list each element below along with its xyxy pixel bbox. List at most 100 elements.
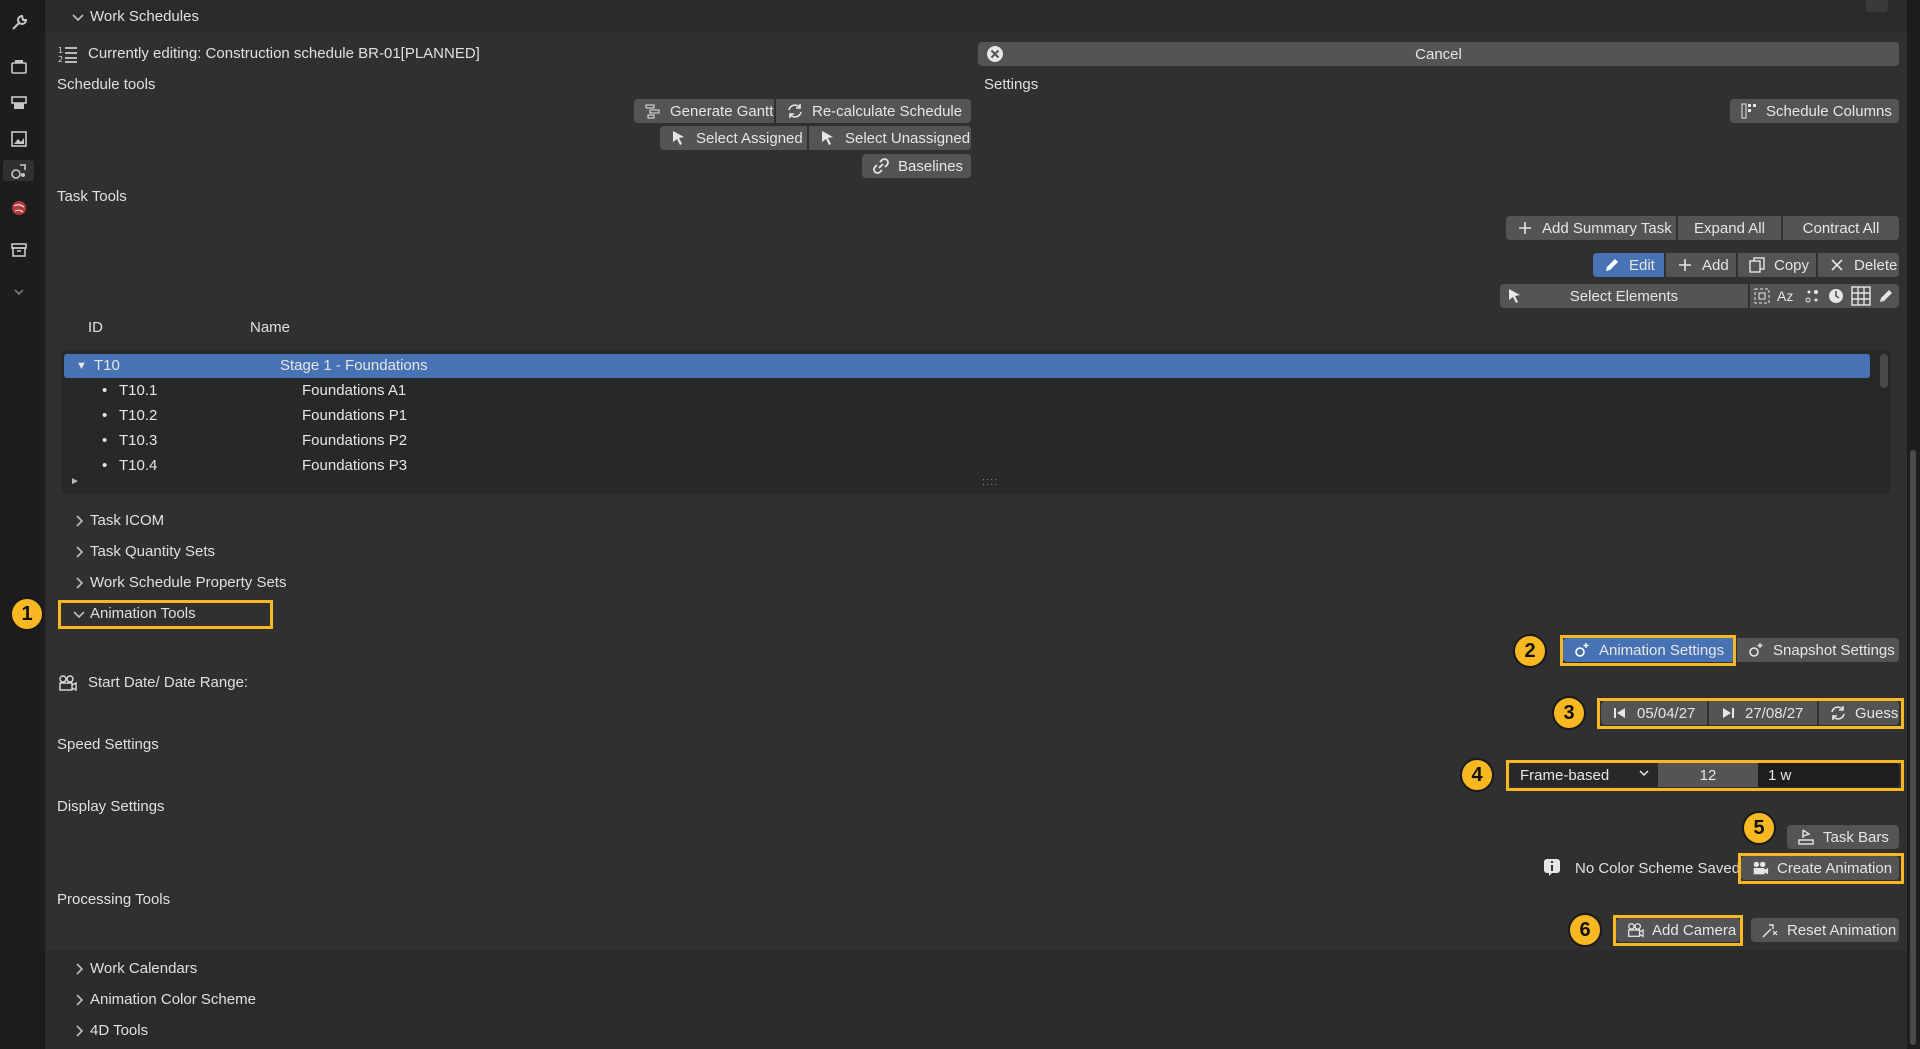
- jump-end-icon: [1719, 704, 1737, 722]
- expand-triangle-icon[interactable]: ▼: [76, 360, 87, 372]
- speed-duration-field[interactable]: 1 w: [1758, 763, 1899, 787]
- column-header-name[interactable]: Name: [250, 319, 290, 336]
- generate-gantt-button[interactable]: Generate Gantt: [634, 99, 774, 123]
- cursor-icon: [670, 129, 688, 147]
- time-button[interactable]: [1824, 284, 1848, 308]
- clock-icon: [1827, 287, 1845, 305]
- columns-icon: [1740, 102, 1758, 120]
- delete-task-button[interactable]: Delete: [1818, 253, 1899, 277]
- animation-color-scheme-header[interactable]: Animation Color Scheme: [90, 991, 256, 1008]
- chevron-down-icon[interactable]: [70, 9, 86, 25]
- chevron-right-icon[interactable]: [71, 1023, 87, 1039]
- svg-text:1: 1: [58, 46, 63, 55]
- expand-all-button[interactable]: Expand All: [1678, 216, 1781, 240]
- select-unassigned-button[interactable]: Select Unassigned: [809, 126, 971, 150]
- speed-mode-dropdown[interactable]: Frame-based: [1510, 763, 1658, 787]
- callout-badge-6: 6: [1568, 913, 1602, 947]
- table-row[interactable]: • T10.3 Foundations P2: [62, 429, 1870, 453]
- scroll-up-chevron[interactable]: [1866, 0, 1888, 12]
- chevron-right-icon[interactable]: [71, 575, 87, 591]
- shuffle-icon: [1803, 287, 1821, 305]
- add-task-button[interactable]: Add: [1666, 253, 1736, 277]
- schedule-columns-button[interactable]: Schedule Columns: [1730, 99, 1899, 123]
- add-camera-button[interactable]: Add Camera: [1616, 918, 1740, 942]
- cancel-icon: [986, 45, 1004, 63]
- animation-tools-body: [47, 630, 1907, 950]
- table-row[interactable]: • T10.2 Foundations P1: [62, 404, 1870, 428]
- speed-settings-label: Speed Settings: [57, 736, 159, 753]
- add-summary-task-button[interactable]: Add Summary Task: [1506, 216, 1676, 240]
- physics-icon[interactable]: [3, 160, 34, 181]
- chevron-down-icon[interactable]: [71, 606, 87, 622]
- world-icon[interactable]: [8, 197, 29, 218]
- work-schedules-header[interactable]: Work Schedules: [90, 8, 199, 25]
- task-tools-label: Task Tools: [57, 188, 127, 205]
- jump-start-icon: [1611, 704, 1629, 722]
- link-icon: [872, 157, 890, 175]
- bullet-icon: •: [102, 432, 108, 449]
- list-icon: 12: [58, 44, 78, 64]
- work-schedule-property-sets-header[interactable]: Work Schedule Property Sets: [90, 574, 286, 591]
- task-quantity-sets-header[interactable]: Task Quantity Sets: [90, 543, 215, 560]
- chevron-right-icon[interactable]: [71, 961, 87, 977]
- task-icom-header[interactable]: Task ICOM: [90, 512, 164, 529]
- baselines-button[interactable]: Baselines: [862, 154, 971, 178]
- speed-frames-field[interactable]: 12: [1658, 763, 1758, 787]
- chevron-right-icon[interactable]: [71, 544, 87, 560]
- callout-badge-2: 2: [1513, 634, 1547, 668]
- grid-icon: [1851, 286, 1871, 306]
- create-animation-button[interactable]: Create Animation: [1741, 856, 1899, 880]
- select-box-button[interactable]: [1750, 284, 1774, 308]
- collection-icon[interactable]: [8, 239, 29, 260]
- reset-animation-button[interactable]: Reset Animation: [1751, 918, 1899, 942]
- table-row[interactable]: ▼ T10 Stage 1 - Foundations: [64, 354, 1870, 378]
- currently-editing-label: Currently editing: Construction schedule…: [88, 45, 480, 62]
- info-icon: [1543, 858, 1561, 876]
- chevron-right-icon[interactable]: [71, 992, 87, 1008]
- scene-icon[interactable]: [8, 56, 29, 77]
- contract-all-button[interactable]: Contract All: [1783, 216, 1899, 240]
- list-scrollbar[interactable]: [1880, 354, 1888, 388]
- start-date-button[interactable]: 05/04/27: [1601, 701, 1707, 725]
- panel-scrollbar[interactable]: [1910, 450, 1916, 1045]
- list-resize-grip[interactable]: ::::: [982, 476, 998, 488]
- output-icon[interactable]: [8, 128, 29, 149]
- work-calendars-header[interactable]: Work Calendars: [90, 960, 197, 977]
- copy-icon: [1748, 256, 1766, 274]
- pencil-button[interactable]: [1874, 284, 1899, 308]
- recalculate-schedule-button[interactable]: Re-calculate Schedule: [776, 99, 971, 123]
- copy-task-button[interactable]: Copy: [1738, 253, 1816, 277]
- callout-badge-3: 3: [1552, 696, 1586, 730]
- edit-button[interactable]: Edit: [1593, 253, 1664, 277]
- task-bars-button[interactable]: Task Bars: [1787, 825, 1899, 849]
- camera-icon: [57, 673, 77, 693]
- task-list: ▼ T10 Stage 1 - Foundations • T10.1 Foun…: [62, 350, 1890, 494]
- chevron-right-icon[interactable]: [71, 513, 87, 529]
- tool-icon[interactable]: [8, 12, 29, 33]
- chevron-down-icon[interactable]: [8, 281, 29, 302]
- close-icon: [1828, 256, 1846, 274]
- cancel-button[interactable]: Cancel: [978, 42, 1899, 66]
- bullet-icon: •: [102, 457, 108, 474]
- table-button[interactable]: [1848, 284, 1874, 308]
- shuffle-button[interactable]: [1800, 284, 1824, 308]
- select-elements-button[interactable]: Select Elements: [1500, 284, 1748, 308]
- column-header-id[interactable]: ID: [88, 319, 103, 336]
- list-options-triangle-icon[interactable]: ►: [70, 476, 80, 487]
- display-settings-label: Display Settings: [57, 798, 165, 815]
- processing-tools-label: Processing Tools: [57, 891, 171, 908]
- select-assigned-button[interactable]: Select Assigned: [660, 126, 807, 150]
- sort-az-button[interactable]: Az: [1774, 284, 1800, 308]
- end-date-button[interactable]: 27/08/27: [1709, 701, 1817, 725]
- callout-badge-1: 1: [10, 597, 44, 631]
- render-icon[interactable]: [8, 92, 29, 113]
- animation-tools-header[interactable]: Animation Tools: [90, 605, 196, 622]
- guess-dates-button[interactable]: Guess: [1819, 701, 1899, 725]
- table-row[interactable]: • T10.4 Foundations P3: [62, 454, 1870, 478]
- 4d-tools-header[interactable]: 4D Tools: [90, 1022, 148, 1039]
- settings-label: Settings: [984, 76, 1039, 93]
- task-bars-icon: [1797, 828, 1815, 846]
- snapshot-settings-button[interactable]: Snapshot Settings: [1737, 638, 1899, 662]
- animation-settings-button[interactable]: Animation Settings: [1563, 638, 1735, 662]
- table-row[interactable]: • T10.1 Foundations A1: [62, 379, 1870, 403]
